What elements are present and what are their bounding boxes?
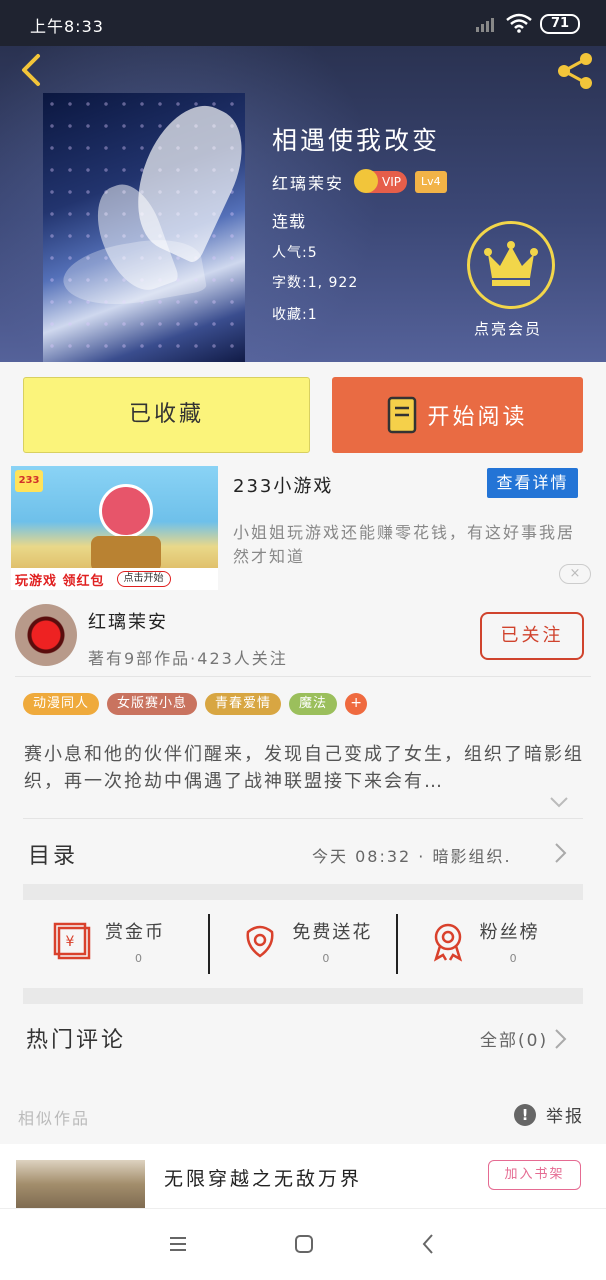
ad-close-button[interactable]: ×	[559, 564, 591, 584]
author-name[interactable]: 红璃茉安	[272, 170, 344, 194]
wifi-icon	[506, 13, 532, 33]
book-title: 相遇使我改变	[272, 126, 441, 155]
section-band	[23, 884, 583, 900]
back-icon[interactable]	[421, 1233, 435, 1255]
signal-icon	[476, 18, 494, 32]
alert-icon: !	[514, 1103, 536, 1126]
chevron-right-icon[interactable]	[553, 842, 567, 864]
divider	[15, 676, 591, 677]
home-icon[interactable]	[294, 1234, 314, 1254]
synopsis[interactable]: 赛小息和他的伙伴们醒来，发现自己变成了女生，组织了暗影组织，再一次抢劫中偶遇了战…	[24, 741, 584, 795]
similar-work-cover[interactable]	[16, 1160, 145, 1208]
ad-logo: 233	[15, 470, 43, 492]
favorite-count: 收藏:1	[272, 307, 318, 323]
svg-text:¥: ¥	[66, 934, 75, 950]
fan-ranking-button[interactable]: 粉丝榜 0	[395, 914, 583, 974]
crown-icon	[484, 241, 538, 286]
ad-start-button[interactable]: 点击开始	[116, 571, 171, 587]
divider	[23, 818, 583, 819]
avatar[interactable]	[15, 604, 77, 666]
report-button[interactable]: ! 举报	[514, 1102, 584, 1127]
serial-status: 连载	[272, 212, 307, 231]
chevron-right-icon[interactable]	[553, 1028, 567, 1050]
author-card-subtitle: 著有9部作品·423人关注	[88, 649, 288, 668]
battery-indicator: 71	[540, 14, 580, 34]
book-icon	[388, 396, 417, 434]
vip-badge: VIP	[354, 169, 407, 193]
system-nav-bar	[0, 1208, 606, 1280]
tag[interactable]: 女版赛小息	[107, 693, 198, 715]
crown-icon	[354, 169, 379, 193]
flower-icon	[246, 925, 274, 958]
status-time: 上午8:33	[30, 17, 104, 36]
similar-work-title[interactable]: 无限穿越之无敌万界	[164, 1164, 362, 1191]
section-band	[23, 988, 583, 1004]
tag[interactable]: 青春爱情	[205, 693, 282, 715]
stats-row: ¥ 赏金币 0 免费送花 0 粉丝榜 0	[23, 914, 583, 974]
share-icon[interactable]	[554, 50, 596, 92]
tag-list: 动漫同人 女版赛小息 青春爱情 魔法 +	[23, 693, 368, 715]
tag[interactable]: 动漫同人	[23, 693, 100, 715]
vip-member-label[interactable]: 点亮会员	[474, 318, 542, 339]
ad-title[interactable]: 233小游戏	[233, 472, 333, 498]
ad-description: 小姐姐玩游戏还能赚零花钱，有这好事我居然才知道	[233, 523, 576, 566]
book-cover[interactable]	[43, 93, 245, 362]
ad-detail-button[interactable]: 查看详情	[487, 468, 578, 498]
level-badge: Lv4	[415, 171, 447, 193]
back-arrow-icon[interactable]	[14, 52, 50, 88]
ad-banner[interactable]: 233 玩游戏 领红包 点击开始	[11, 466, 218, 590]
start-reading-label: 开始阅读	[427, 405, 528, 430]
follow-button[interactable]: 已关注	[480, 612, 584, 660]
start-reading-button[interactable]: 开始阅读	[332, 377, 583, 453]
chevron-down-icon[interactable]	[549, 795, 569, 809]
menu-icon[interactable]	[168, 1234, 188, 1254]
status-bar: 上午8:33 71	[0, 0, 606, 46]
similar-work-item[interactable]: 无限穿越之无敌万界 加入书架	[0, 1144, 606, 1208]
tag[interactable]: 魔法	[289, 693, 338, 715]
author-card-name[interactable]: 红璃茉安	[88, 608, 168, 634]
book-header: 相遇使我改变 红璃茉安 VIP Lv4 连载 人气:5 字数:1, 922 收藏…	[0, 46, 606, 362]
red-envelope-icon: ¥	[53, 922, 91, 960]
add-tag-button[interactable]: +	[345, 693, 368, 715]
toc-label[interactable]: 目录	[28, 838, 78, 870]
reward-coin-button[interactable]: ¥ 赏金币 0	[23, 914, 208, 974]
favorited-button[interactable]: 已收藏	[23, 377, 310, 453]
all-comments-link[interactable]: 全部(0)	[480, 1026, 548, 1051]
similar-works-label: 相似作品	[18, 1109, 91, 1128]
free-flower-button[interactable]: 免费送花 0	[208, 914, 395, 974]
hot-comments-label: 热门评论	[26, 1028, 127, 1053]
medal-icon	[433, 923, 462, 962]
vip-member-button[interactable]	[467, 221, 555, 309]
ad-banner-text: 玩游戏 领红包	[15, 573, 105, 589]
popularity: 人气:5	[272, 245, 318, 261]
add-to-shelf-button[interactable]: 加入书架	[488, 1160, 581, 1190]
toc-latest-chapter[interactable]: 今天 08:32 · 暗影组织.	[312, 843, 512, 867]
word-count: 字数:1, 922	[272, 275, 359, 291]
author-line: 红璃茉安 VIP Lv4	[272, 169, 447, 194]
